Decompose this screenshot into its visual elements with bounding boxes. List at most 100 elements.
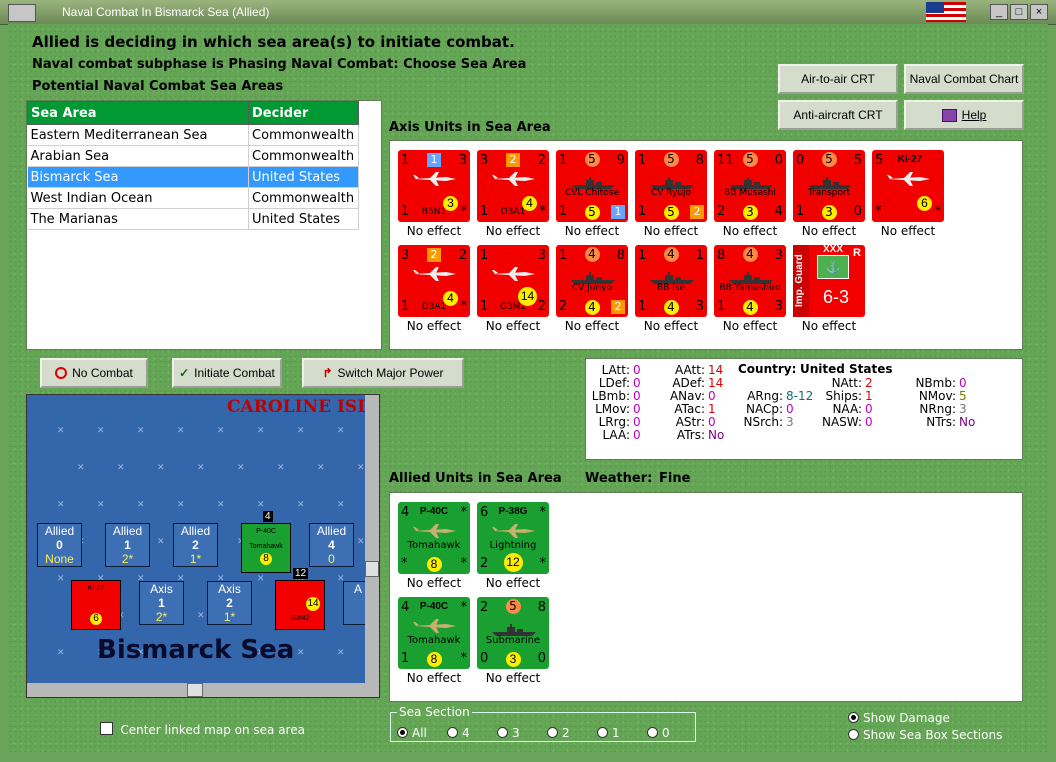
combat-effect-text: No effect	[564, 319, 620, 333]
unit-value-token: 4	[663, 300, 679, 315]
unit-value-token: 8	[426, 652, 442, 667]
unit-counter[interactable]: 6 * 2 * P-38G Lightning 12	[477, 502, 549, 574]
initiate-combat-button[interactable]: ✓ Initiate Combat	[172, 358, 282, 388]
sea-hex-marker: ✕	[357, 462, 365, 472]
show-damage-option[interactable]: Show Damage	[848, 711, 950, 725]
sea-section-radio[interactable]	[547, 727, 558, 738]
sea-section-radio[interactable]	[497, 727, 508, 738]
unit-name: CV Junyo	[571, 283, 613, 293]
close-button[interactable]: ×	[1030, 4, 1048, 20]
scroll-thumb[interactable]	[365, 561, 379, 577]
unit-value: *	[934, 204, 942, 219]
unit-value-token: 3	[821, 205, 837, 220]
allied-sea-box[interactable]: Allied 1 2*	[105, 523, 150, 567]
column-sea-area[interactable]: Sea Area	[27, 101, 249, 125]
sea-section-option[interactable]: 1	[597, 726, 620, 740]
show-sections-radio[interactable]	[848, 729, 859, 740]
unit-counter[interactable]: 4 * * * P-40C Tomahawk 8	[398, 502, 470, 574]
no-combat-button[interactable]: No Combat	[40, 358, 148, 388]
weather-label: Weather:	[585, 471, 653, 486]
sea-section-label: Sea Section	[397, 705, 472, 719]
unit-counter[interactable]: Imp. Guard ⚓XXX R 6-3	[793, 244, 865, 317]
sea-section-option[interactable]: 0	[647, 726, 670, 740]
unit-marker: 2	[427, 248, 441, 262]
anti-aircraft-crt-button[interactable]: Anti-aircraft CRT	[778, 100, 898, 130]
unit-counter[interactable]: 3 2 1 * 2 D3A1 4	[477, 150, 549, 222]
sea-section-radio[interactable]	[647, 727, 658, 738]
stat-label: ATrs:	[676, 428, 705, 442]
map-unit-name: P-40C	[256, 528, 276, 535]
country-value: United States	[800, 362, 893, 376]
unit-counter[interactable]: 0 5 1 0 5 Transport 3	[793, 150, 865, 222]
switch-major-power-button[interactable]: ↱ Switch Major Power	[302, 358, 464, 388]
column-decider[interactable]: Decider	[248, 101, 359, 125]
subphase-line: Naval combat subphase is Phasing Naval C…	[32, 57, 527, 72]
box-side: Allied	[44, 524, 75, 538]
unit-counter[interactable]: 1 3 1 * 1 B5N1 3	[398, 150, 470, 222]
unit-counter[interactable]: 1 3 1 2 G3M2 14	[477, 245, 549, 317]
map-unit-allied[interactable]: P-40C Tomahawk 8	[241, 523, 291, 573]
show-sections-option[interactable]: Show Sea Box Sections	[848, 728, 1002, 742]
table-row[interactable]: Arabian Sea Commonwealth	[27, 145, 359, 167]
sea-section-option[interactable]: 3	[497, 726, 520, 740]
system-menu-icon[interactable]	[8, 4, 36, 22]
unit-value: 5	[875, 153, 884, 168]
show-damage-radio[interactable]	[848, 712, 859, 723]
map-unit-axis[interactable]: 14 G3M2	[275, 580, 325, 630]
switch-arrow-icon: ↱	[322, 366, 333, 380]
allied-sea-box[interactable]: Allied 2 1*	[173, 523, 218, 567]
unit-counter[interactable]: 2 8 0 0 5 Submarine 3	[477, 597, 549, 669]
allied-sea-box[interactable]: Allied 0 None	[37, 523, 82, 567]
unit-marker: 5	[505, 599, 521, 614]
naval-combat-chart-button[interactable]: Naval Combat Chart	[904, 64, 1024, 94]
unit-counter[interactable]: 1 9 1 1 5 CVL Chitose 5	[556, 150, 628, 222]
status-line: Allied is deciding in which sea area(s) …	[32, 33, 515, 51]
unit-counter[interactable]: 1 1 1 3 4 BB Ise 4	[635, 245, 707, 317]
unit-counter[interactable]: 4 * 1 * P-40C Tomahawk 8	[398, 597, 470, 669]
initiate-combat-label: Initiate Combat	[194, 366, 275, 380]
unit-counter[interactable]: 11 0 2 4 5 BB Musashi 3	[714, 150, 786, 222]
unit-marker: 2	[506, 153, 520, 167]
sea-section-radio[interactable]	[447, 727, 458, 738]
sea-hex-marker: ✕	[197, 610, 205, 620]
stat-label: NACp:	[745, 402, 783, 416]
air-to-air-crt-button[interactable]: Air-to-air CRT	[778, 64, 898, 94]
sea-hex-marker: ✕	[297, 647, 305, 657]
decider-cell: Commonwealth	[248, 145, 359, 167]
unit-counter[interactable]: 3 2 1 * 2 D3A1 4	[398, 245, 470, 317]
minimize-button[interactable]: _	[990, 4, 1008, 20]
unit-value-token: 3	[742, 205, 758, 220]
unit-counter[interactable]: 1 8 1 2 5 CV Ryujo 5	[635, 150, 707, 222]
box-side: Axis	[218, 582, 241, 596]
linked-map[interactable]: ✕ ✕ ✕ ✕ ✕ ✕ ✕ ✕ ✕ ✕ ✕ ✕ ✕ ✕ ✕ ✕ ✕ ✕ ✕ ✕ ✕ ✕ ✕ ✕ ✕ ✕ ✕ ✕ ✕ ✕ ✕ ✕ ✕ ✕ ✕ ✕ ✕ ✕ ✕ ✕…	[26, 394, 380, 698]
center-map-checkbox[interactable]	[100, 722, 113, 735]
table-row[interactable]: West Indian Ocean Commonwealth	[27, 187, 359, 209]
sea-section-option[interactable]: 4	[447, 726, 470, 740]
sea-section-option[interactable]: 2	[547, 726, 570, 740]
table-row-selected[interactable]: Bismarck Sea United States	[27, 166, 359, 188]
table-row[interactable]: The Marianas United States	[27, 208, 359, 230]
unit-strength: 6-3	[822, 287, 849, 307]
unit-counter[interactable]: 1 8 2 2 4 CV Junyo 4	[556, 245, 628, 317]
maximize-button[interactable]: □	[1010, 4, 1028, 20]
unit-stats-panel: LAtt: 0 LDef: 0 LBmb: 0 LMov: 0 LRrg: 0 LAA: 0 AAtt:…	[585, 358, 1023, 460]
unit-counter[interactable]: 5 * * Ki-27 6	[872, 150, 944, 222]
map-unit-axis[interactable]: Ki-27 6	[71, 580, 121, 630]
scroll-thumb[interactable]	[187, 683, 203, 697]
sea-section-radio[interactable]	[397, 727, 408, 738]
combat-effect-text: No effect	[880, 224, 936, 238]
help-button[interactable]: Help	[904, 100, 1024, 130]
table-row[interactable]: Eastern Mediterranean Sea Commonwealth	[27, 124, 359, 146]
allied-sea-box[interactable]: Allied 4 0	[309, 523, 354, 567]
unit-value-token: 6	[917, 196, 932, 211]
combat-effect-text: No effect	[722, 319, 778, 333]
combat-effect-text: No effect	[564, 224, 620, 238]
map-horizontal-scrollbar[interactable]	[27, 683, 379, 697]
center-map-checkbox-row[interactable]: Center linked map on sea area	[100, 722, 305, 737]
axis-sea-box[interactable]: Axis 2 1*	[207, 581, 252, 625]
sea-section-radio[interactable]	[597, 727, 608, 738]
unit-counter[interactable]: 8 3 1 3 4 BB Yamashiro 4	[714, 245, 786, 317]
axis-sea-box[interactable]: Axis 1 2*	[139, 581, 184, 625]
map-vertical-scrollbar[interactable]	[365, 395, 379, 683]
sea-section-option[interactable]: All	[397, 726, 427, 740]
